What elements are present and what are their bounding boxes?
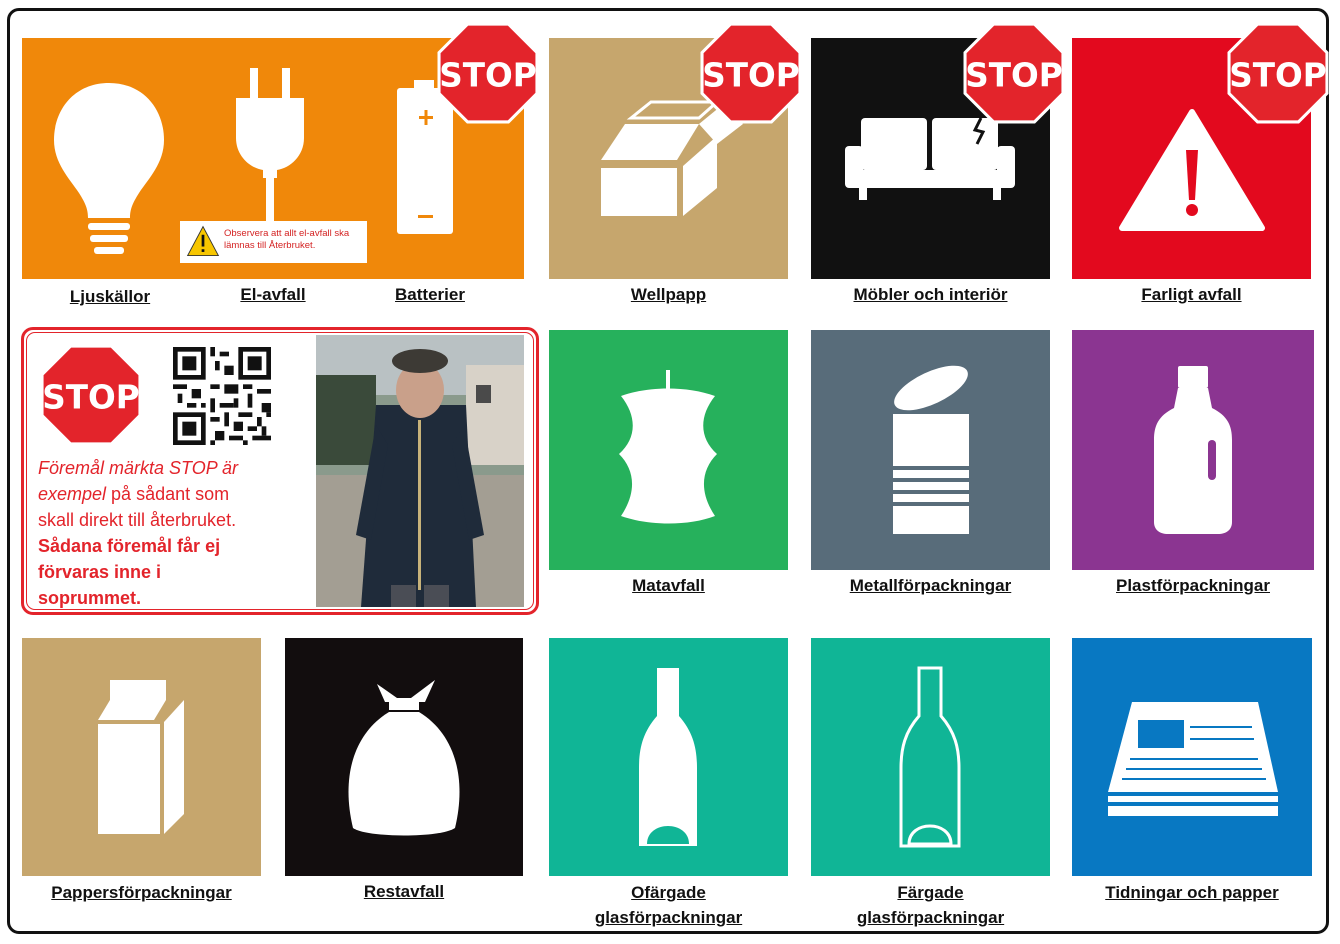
- tin-can-icon: [893, 365, 969, 534]
- man-photo: [316, 335, 524, 607]
- plastic-bottle-icon: [1154, 366, 1232, 534]
- tile-restavfall: [285, 638, 523, 876]
- svg-text:STOP: STOP: [702, 56, 799, 94]
- warning-line-2: lämnas till Återbruket.: [224, 240, 316, 251]
- caution-icon: [186, 225, 220, 257]
- label-matavfall: Matavfall: [632, 576, 705, 595]
- el-avfall-warning-note: Observera att allt el-avfall ska lämnas …: [180, 221, 367, 263]
- label-ofargade-1: Ofärgade: [631, 883, 706, 902]
- info-italic-1: Föremål märkta STOP är: [38, 458, 239, 478]
- label-restavfall: Restavfall: [363, 882, 445, 901]
- tile-metall: [811, 330, 1050, 570]
- stop-sign-wellpapp: STOP: [700, 22, 802, 124]
- tile-tidningar: [1072, 638, 1312, 876]
- tile-ofargade: [549, 638, 788, 876]
- svg-text:STOP: STOP: [439, 56, 536, 94]
- stop-sign-electronics: STOP: [437, 22, 539, 124]
- trash-bag-icon: [348, 680, 460, 836]
- label-metall: Metallförpackningar: [849, 576, 1012, 595]
- warning-line-1: Observera att allt el-avfall ska: [224, 228, 350, 239]
- info-bold-1: Sådana föremål får ej: [38, 536, 221, 556]
- info-text-1: på sådant som: [106, 484, 230, 504]
- svg-text:STOP: STOP: [42, 378, 139, 416]
- info-text-2: skall direkt till återbruket.: [38, 510, 237, 530]
- apple-core-icon: [619, 370, 717, 524]
- label-fargade-2: glasförpackningar: [856, 908, 1005, 927]
- stop-sign-mobler: STOP: [963, 22, 1065, 124]
- info-text: Föremål märkta STOP är exempel på sådant…: [38, 455, 300, 611]
- svg-text:STOP: STOP: [1229, 56, 1326, 94]
- label-ljuskallor: Ljuskällor: [69, 287, 151, 306]
- colored-glass-bottle-icon: [899, 666, 961, 848]
- stop-info-box: STOP Föremål märkta STOP är exempel på s…: [21, 327, 539, 615]
- milk-carton-icon: [98, 680, 184, 834]
- tile-fargade: [811, 638, 1050, 876]
- label-batterier: Batterier: [395, 285, 465, 304]
- label-el-avfall: El-avfall: [240, 285, 306, 304]
- label-tidningar: Tidningar och papper: [1105, 883, 1279, 902]
- qr-code[interactable]: [173, 347, 271, 445]
- label-fargade-1: Färgade: [897, 883, 964, 902]
- label-farligt: Farligt avfall: [1141, 285, 1242, 304]
- info-italic-2: exempel: [38, 484, 107, 504]
- label-wellpapp: Wellpapp: [630, 285, 707, 304]
- label-ofargade-2: glasförpackningar: [594, 908, 743, 927]
- info-bold-3: soprummet.: [38, 588, 142, 608]
- label-papper: Pappersförpackningar: [51, 883, 232, 902]
- newspaper-icon: [1108, 702, 1278, 816]
- info-bold-2: förvaras inne i: [38, 562, 162, 582]
- tile-plast: [1072, 330, 1314, 570]
- stop-sign-info: STOP: [40, 344, 142, 446]
- label-mobler: Möbler och interiör: [853, 285, 1008, 304]
- tile-matavfall: [549, 330, 788, 570]
- svg-text:STOP: STOP: [965, 56, 1062, 94]
- clear-glass-bottle-icon: [639, 668, 697, 846]
- stop-sign-farligt: STOP: [1227, 22, 1329, 124]
- tile-papper: [22, 638, 261, 876]
- label-plast: Plastförpackningar: [1116, 576, 1270, 595]
